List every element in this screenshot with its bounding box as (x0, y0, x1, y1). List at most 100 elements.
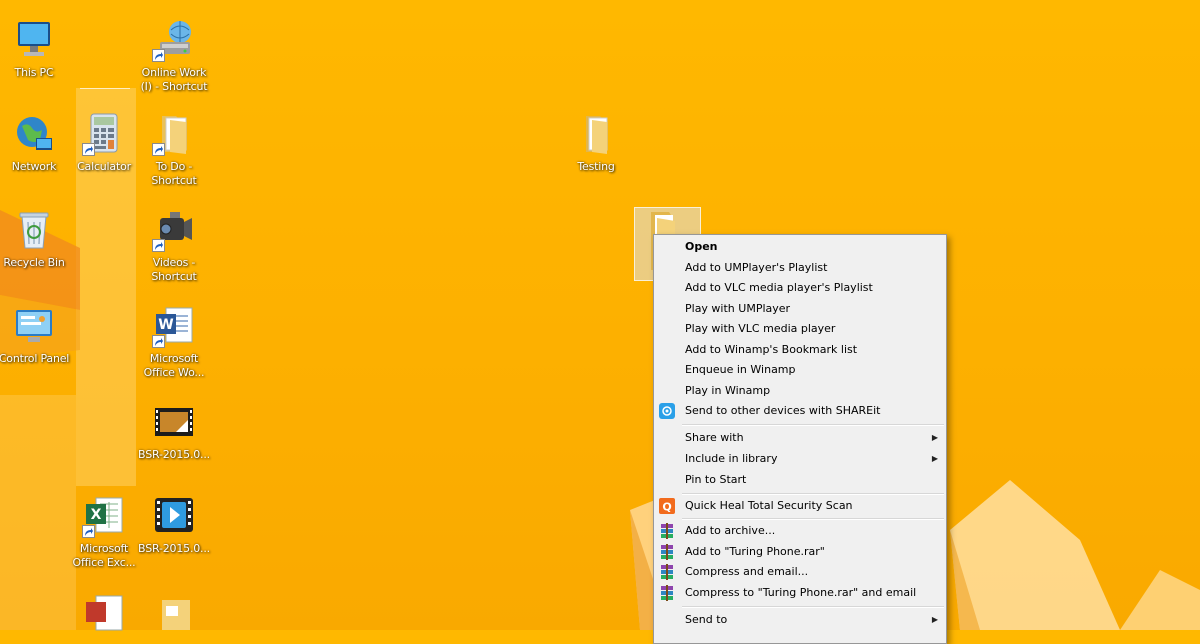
submenu-arrow-icon: ▶ (931, 454, 938, 463)
menu-item-label: Enqueue in Winamp (685, 363, 796, 376)
excel-document-icon: X (82, 494, 126, 538)
menu-item-label: Share with (685, 431, 744, 444)
shortcut-arrow-icon (152, 49, 165, 62)
recycle-bin-icon (12, 208, 56, 252)
menu-item-label: Compress to "Turing Phone.rar" and email (685, 585, 917, 599)
menu-item-play-with-umplayer[interactable]: Play with UMPlayer (656, 299, 944, 319)
wallpaper-separator-line (80, 88, 130, 89)
menu-item-send-to[interactable]: Send to ▶ (656, 610, 944, 630)
menu-item-enqueue-in-winamp[interactable]: Enqueue in Winamp (656, 360, 944, 380)
desktop-icon-label: Recycle Bin (3, 256, 65, 269)
menu-item-pin-to-start[interactable]: Pin to Start (656, 470, 944, 490)
desktop-icon-label: Videos - Shortcut (151, 256, 197, 283)
context-menu: Open Add to UMPlayer's Playlist Add to V… (653, 234, 947, 644)
winrar-icon (659, 564, 675, 580)
desktop-icon-label: Control Panel (0, 352, 70, 365)
winrar-icon (659, 523, 675, 539)
menu-item-label: Compress and email... (685, 565, 809, 578)
menu-item-add-to-vlc-playlist[interactable]: Add to VLC media player's Playlist (656, 278, 944, 298)
network-globe-icon (12, 112, 56, 156)
desktop-icon-calculator[interactable]: Calculator (66, 112, 142, 174)
submenu-arrow-icon: ▶ (931, 433, 938, 442)
media-player-file-icon (152, 494, 196, 538)
desktop-icon-testing[interactable]: Testing (558, 112, 634, 174)
video-camera-icon (152, 208, 196, 252)
menu-item-label: Add to "Turing Phone.rar" (685, 544, 825, 558)
menu-separator (682, 424, 944, 426)
menu-item-share-with[interactable]: Share with ▶ (656, 428, 944, 448)
menu-item-compress-and-email[interactable]: Compress and email... (656, 562, 944, 582)
shortcut-arrow-icon (152, 239, 165, 252)
shortcut-arrow-icon (82, 525, 95, 538)
menu-item-label: Open (685, 240, 718, 253)
menu-item-label: Add to VLC media player's Playlist (685, 281, 873, 294)
desktop-icon-online-work-shortcut[interactable]: Online Work (I) - Shortcut (136, 18, 212, 94)
shortcut-arrow-icon (152, 335, 165, 348)
desktop-icon-bsr-video-2[interactable]: BSR-2015.0... (136, 494, 212, 556)
desktop-icon-control-panel[interactable]: Control Panel (0, 304, 72, 366)
control-panel-icon (12, 304, 56, 348)
menu-item-quick-heal-scan[interactable]: Q Quick Heal Total Security Scan (656, 496, 944, 516)
menu-separator (682, 606, 944, 608)
computer-icon (12, 18, 56, 62)
desktop-icon-microsoft-office-word[interactable]: W Microsoft Office Wo... (136, 304, 212, 380)
shortcut-arrow-icon (152, 143, 165, 156)
desktop-icon-folder-partial[interactable] (136, 596, 212, 640)
menu-item-label: Play with VLC media player (685, 322, 836, 335)
folder-icon (574, 112, 618, 156)
desktop-icon-this-pc[interactable]: This PC (0, 18, 72, 80)
shortcut-arrow-icon (82, 143, 95, 156)
wallpaper-panel (0, 395, 76, 630)
folder-icon (152, 112, 196, 156)
winrar-icon (659, 543, 675, 560)
menu-item-label: Add to Winamp's Bookmark list (685, 342, 858, 356)
video-file-icon (152, 400, 196, 444)
svg-text:Q: Q (662, 501, 671, 514)
menu-item-label: Send to (685, 613, 728, 626)
svg-text:X: X (91, 507, 102, 523)
network-drive-icon (152, 18, 196, 62)
desktop-icon-label: BSR-2015.0... (138, 448, 210, 461)
menu-separator (682, 518, 944, 520)
folder-icon (152, 596, 196, 640)
menu-item-open[interactable]: Open (656, 237, 944, 257)
menu-item-play-with-vlc[interactable]: Play with VLC media player (656, 319, 944, 339)
menu-item-include-in-library[interactable]: Include in library ▶ (656, 449, 944, 469)
desktop-icon-label: Testing (577, 160, 615, 173)
menu-item-label: Play with UMPlayer (685, 301, 791, 315)
menu-item-add-to-winamp-bookmark[interactable]: Add to Winamp's Bookmark list (656, 340, 944, 360)
menu-item-compress-to-turing-phone-rar-and-email[interactable]: Compress to "Turing Phone.rar" and email (656, 583, 944, 603)
desktop-icon-label: Online Work (I) - Shortcut (140, 66, 208, 93)
shareit-icon (659, 403, 675, 419)
quickheal-icon: Q (659, 498, 675, 514)
menu-item-add-to-turing-phone-rar[interactable]: Add to "Turing Phone.rar" (656, 542, 944, 562)
desktop-icon-recycle-bin[interactable]: Recycle Bin (0, 208, 72, 270)
menu-item-add-to-archive[interactable]: Add to archive... (656, 521, 944, 541)
desktop-icon-bsr-video-1[interactable]: BSR-2015.0... (136, 400, 212, 462)
svg-text:W: W (158, 317, 173, 333)
desktop-icon-label: Calculator (77, 160, 131, 173)
desktop-icon-label: Microsoft Office Exc... (72, 542, 136, 569)
menu-item-label: Send to other devices with SHAREit (685, 404, 881, 417)
desktop-icon-network[interactable]: Network (0, 112, 72, 174)
desktop-icon-label: This PC (14, 66, 54, 79)
menu-item-send-with-shareit[interactable]: Send to other devices with SHAREit (656, 401, 944, 421)
desktop-icon-powerpoint-partial[interactable] (66, 592, 142, 636)
desktop-icon-videos-shortcut[interactable]: Videos - Shortcut (136, 208, 212, 284)
desktop-icon-to-do-shortcut[interactable]: To Do - Shortcut (136, 112, 212, 188)
desktop-icon-label: Network (11, 160, 57, 173)
menu-item-play-in-winamp[interactable]: Play in Winamp (656, 381, 944, 401)
menu-item-add-to-umplayer-playlist[interactable]: Add to UMPlayer's Playlist (656, 258, 944, 278)
powerpoint-document-icon (82, 592, 126, 636)
calculator-icon (82, 112, 126, 156)
menu-item-label: Add to UMPlayer's Playlist (685, 260, 828, 274)
menu-item-label: Pin to Start (685, 473, 747, 486)
menu-item-label: Quick Heal Total Security Scan (685, 499, 853, 512)
winrar-icon (659, 584, 675, 601)
desktop-icon-microsoft-office-excel[interactable]: X Microsoft Office Exc... (66, 494, 142, 570)
desktop-icon-label: To Do - Shortcut (151, 160, 197, 187)
menu-separator (682, 493, 944, 495)
desktop-icon-label: Microsoft Office Wo... (143, 352, 205, 379)
desktop-icon-label: BSR-2015.0... (138, 542, 210, 555)
menu-item-label: Add to archive... (685, 524, 776, 537)
